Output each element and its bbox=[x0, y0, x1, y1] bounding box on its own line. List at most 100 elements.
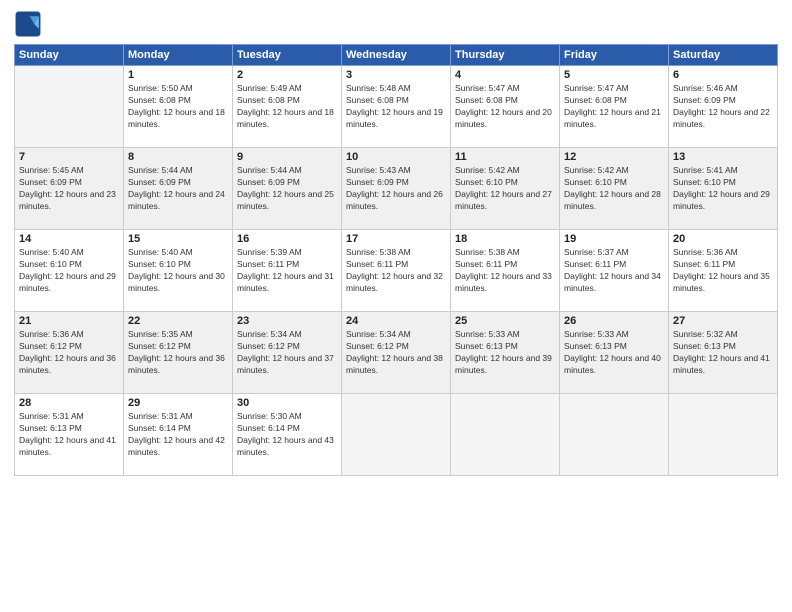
day-info: Sunrise: 5:33 AMSunset: 6:13 PMDaylight:… bbox=[564, 329, 664, 377]
calendar-week-row: 21 Sunrise: 5:36 AMSunset: 6:12 PMDayligh… bbox=[15, 312, 778, 394]
calendar-week-row: 7Sunrise: 5:45 AMSunset: 6:09 PMDaylight… bbox=[15, 148, 778, 230]
day-info: Sunrise: 5:32 AMSunset: 6:13 PMDaylight:… bbox=[673, 329, 773, 377]
calendar-cell: 23 Sunrise: 5:34 AMSunset: 6:12 PMDayligh… bbox=[233, 312, 342, 394]
calendar-cell bbox=[342, 394, 451, 476]
weekday-header-thursday: Thursday bbox=[451, 45, 560, 66]
weekday-header-friday: Friday bbox=[560, 45, 669, 66]
calendar-cell: 21 Sunrise: 5:36 AMSunset: 6:12 PMDayligh… bbox=[15, 312, 124, 394]
day-number: 15 bbox=[128, 233, 228, 245]
logo-icon bbox=[14, 10, 42, 38]
calendar-cell: 25 Sunrise: 5:33 AMSunset: 6:13 PMDayligh… bbox=[451, 312, 560, 394]
calendar-week-row: 1 Sunrise: 5:50 AMSunset: 6:08 PMDaylight… bbox=[15, 66, 778, 148]
day-info: Sunrise: 5:42 AMSunset: 6:10 PMDaylight:… bbox=[455, 165, 555, 213]
day-info: Sunrise: 5:45 AMSunset: 6:09 PMDaylight:… bbox=[19, 165, 119, 213]
calendar-cell: 30Sunrise: 5:30 AMSunset: 6:14 PMDayligh… bbox=[233, 394, 342, 476]
day-info: Sunrise: 5:36 AMSunset: 6:12 PMDaylight:… bbox=[19, 329, 119, 377]
weekday-header-sunday: Sunday bbox=[15, 45, 124, 66]
day-info: Sunrise: 5:44 AMSunset: 6:09 PMDaylight:… bbox=[237, 165, 337, 213]
day-number: 26 bbox=[564, 315, 664, 327]
calendar-cell: 3Sunrise: 5:48 AMSunset: 6:08 PMDaylight… bbox=[342, 66, 451, 148]
day-number: 21 bbox=[19, 315, 119, 327]
calendar-week-row: 28Sunrise: 5:31 AMSunset: 6:13 PMDayligh… bbox=[15, 394, 778, 476]
calendar-cell: 17 Sunrise: 5:38 AMSunset: 6:11 PMDayligh… bbox=[342, 230, 451, 312]
day-number: 5 bbox=[564, 69, 664, 81]
day-info: Sunrise: 5:46 AMSunset: 6:09 PMDaylight:… bbox=[673, 83, 773, 131]
calendar-cell: 1 Sunrise: 5:50 AMSunset: 6:08 PMDaylight… bbox=[124, 66, 233, 148]
day-info: Sunrise: 5:36 AMSunset: 6:11 PMDaylight:… bbox=[673, 247, 773, 295]
day-number: 29 bbox=[128, 397, 228, 409]
day-number: 18 bbox=[455, 233, 555, 245]
calendar-cell: 18 Sunrise: 5:38 AMSunset: 6:11 PMDayligh… bbox=[451, 230, 560, 312]
day-info: Sunrise: 5:50 AMSunset: 6:08 PMDaylight:… bbox=[128, 83, 228, 131]
day-number: 22 bbox=[128, 315, 228, 327]
day-number: 19 bbox=[564, 233, 664, 245]
calendar-cell: 13 Sunrise: 5:41 AMSunset: 6:10 PMDayligh… bbox=[669, 148, 778, 230]
calendar-cell: 22 Sunrise: 5:35 AMSunset: 6:12 PMDayligh… bbox=[124, 312, 233, 394]
day-info: Sunrise: 5:39 AMSunset: 6:11 PMDaylight:… bbox=[237, 247, 337, 295]
calendar-cell: 9 Sunrise: 5:44 AMSunset: 6:09 PMDaylight… bbox=[233, 148, 342, 230]
day-number: 13 bbox=[673, 151, 773, 163]
calendar-cell: 4 Sunrise: 5:47 AMSunset: 6:08 PMDaylight… bbox=[451, 66, 560, 148]
calendar-cell: 19 Sunrise: 5:37 AMSunset: 6:11 PMDayligh… bbox=[560, 230, 669, 312]
day-number: 17 bbox=[346, 233, 446, 245]
calendar-cell: 6 Sunrise: 5:46 AMSunset: 6:09 PMDaylight… bbox=[669, 66, 778, 148]
calendar-cell: 16 Sunrise: 5:39 AMSunset: 6:11 PMDayligh… bbox=[233, 230, 342, 312]
calendar-cell: 24 Sunrise: 5:34 AMSunset: 6:12 PMDayligh… bbox=[342, 312, 451, 394]
day-number: 16 bbox=[237, 233, 337, 245]
logo bbox=[14, 10, 46, 38]
day-number: 1 bbox=[128, 69, 228, 81]
calendar-cell: 14 Sunrise: 5:40 AMSunset: 6:10 PMDayligh… bbox=[15, 230, 124, 312]
calendar-cell bbox=[451, 394, 560, 476]
day-number: 11 bbox=[455, 151, 555, 163]
day-info: Sunrise: 5:37 AMSunset: 6:11 PMDaylight:… bbox=[564, 247, 664, 295]
day-info: Sunrise: 5:31 AMSunset: 6:14 PMDaylight:… bbox=[128, 411, 228, 459]
day-info: Sunrise: 5:34 AMSunset: 6:12 PMDaylight:… bbox=[237, 329, 337, 377]
calendar-cell: 26 Sunrise: 5:33 AMSunset: 6:13 PMDayligh… bbox=[560, 312, 669, 394]
day-info: Sunrise: 5:47 AMSunset: 6:08 PMDaylight:… bbox=[564, 83, 664, 131]
day-number: 10 bbox=[346, 151, 446, 163]
calendar-cell: 28Sunrise: 5:31 AMSunset: 6:13 PMDayligh… bbox=[15, 394, 124, 476]
day-number: 12 bbox=[564, 151, 664, 163]
calendar-week-row: 14 Sunrise: 5:40 AMSunset: 6:10 PMDayligh… bbox=[15, 230, 778, 312]
day-number: 6 bbox=[673, 69, 773, 81]
day-number: 9 bbox=[237, 151, 337, 163]
day-info: Sunrise: 5:35 AMSunset: 6:12 PMDaylight:… bbox=[128, 329, 228, 377]
day-number: 28 bbox=[19, 397, 119, 409]
calendar-cell: 20 Sunrise: 5:36 AMSunset: 6:11 PMDayligh… bbox=[669, 230, 778, 312]
day-info: Sunrise: 5:34 AMSunset: 6:12 PMDaylight:… bbox=[346, 329, 446, 377]
day-number: 4 bbox=[455, 69, 555, 81]
day-info: Sunrise: 5:38 AMSunset: 6:11 PMDaylight:… bbox=[455, 247, 555, 295]
weekday-header-wednesday: Wednesday bbox=[342, 45, 451, 66]
calendar-cell bbox=[560, 394, 669, 476]
calendar-cell: 29 Sunrise: 5:31 AMSunset: 6:14 PMDayligh… bbox=[124, 394, 233, 476]
weekday-header-tuesday: Tuesday bbox=[233, 45, 342, 66]
day-info: Sunrise: 5:41 AMSunset: 6:10 PMDaylight:… bbox=[673, 165, 773, 213]
day-info: Sunrise: 5:40 AMSunset: 6:10 PMDaylight:… bbox=[128, 247, 228, 295]
day-info: Sunrise: 5:44 AMSunset: 6:09 PMDaylight:… bbox=[128, 165, 228, 213]
calendar-cell: 5 Sunrise: 5:47 AMSunset: 6:08 PMDaylight… bbox=[560, 66, 669, 148]
day-number: 8 bbox=[128, 151, 228, 163]
day-number: 14 bbox=[19, 233, 119, 245]
day-info: Sunrise: 5:42 AMSunset: 6:10 PMDaylight:… bbox=[564, 165, 664, 213]
day-number: 20 bbox=[673, 233, 773, 245]
header bbox=[14, 10, 778, 38]
day-info: Sunrise: 5:38 AMSunset: 6:11 PMDaylight:… bbox=[346, 247, 446, 295]
calendar-table: SundayMondayTuesdayWednesdayThursdayFrid… bbox=[14, 44, 778, 476]
calendar-cell: 7Sunrise: 5:45 AMSunset: 6:09 PMDaylight… bbox=[15, 148, 124, 230]
page: SundayMondayTuesdayWednesdayThursdayFrid… bbox=[0, 0, 792, 612]
day-number: 27 bbox=[673, 315, 773, 327]
calendar-cell: 10 Sunrise: 5:43 AMSunset: 6:09 PMDayligh… bbox=[342, 148, 451, 230]
day-number: 25 bbox=[455, 315, 555, 327]
calendar-cell: 12 Sunrise: 5:42 AMSunset: 6:10 PMDayligh… bbox=[560, 148, 669, 230]
day-info: Sunrise: 5:40 AMSunset: 6:10 PMDaylight:… bbox=[19, 247, 119, 295]
day-info: Sunrise: 5:43 AMSunset: 6:09 PMDaylight:… bbox=[346, 165, 446, 213]
day-info: Sunrise: 5:47 AMSunset: 6:08 PMDaylight:… bbox=[455, 83, 555, 131]
day-number: 2 bbox=[237, 69, 337, 81]
day-info: Sunrise: 5:49 AMSunset: 6:08 PMDaylight:… bbox=[237, 83, 337, 131]
day-number: 23 bbox=[237, 315, 337, 327]
day-number: 3 bbox=[346, 69, 446, 81]
weekday-header-row: SundayMondayTuesdayWednesdayThursdayFrid… bbox=[15, 45, 778, 66]
day-number: 30 bbox=[237, 397, 337, 409]
day-number: 24 bbox=[346, 315, 446, 327]
day-info: Sunrise: 5:33 AMSunset: 6:13 PMDaylight:… bbox=[455, 329, 555, 377]
